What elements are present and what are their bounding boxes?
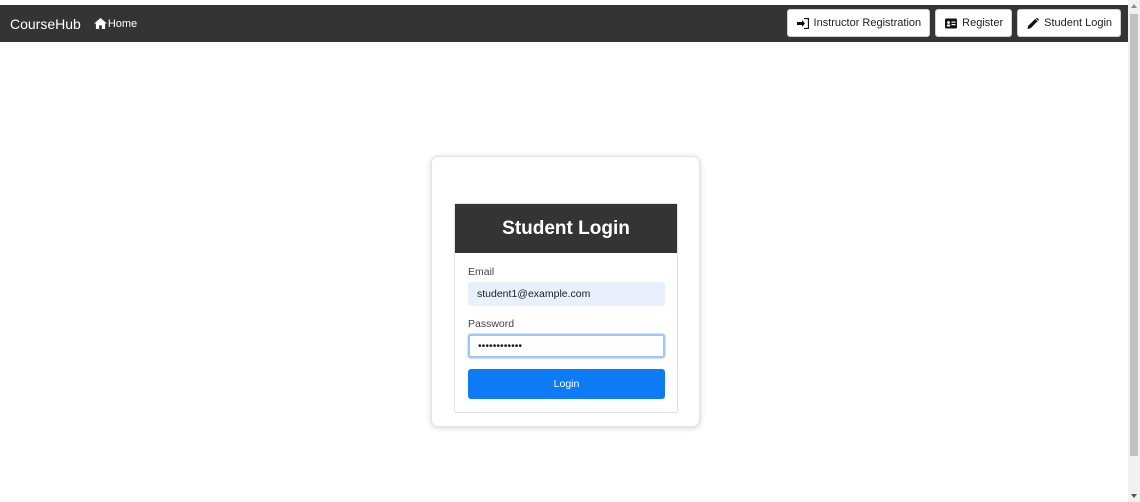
register-label: Register <box>962 17 1004 29</box>
student-login-nav-button[interactable]: Student Login <box>1017 9 1121 37</box>
home-icon <box>93 18 107 29</box>
instructor-registration-button[interactable]: Instructor Registration <box>786 9 931 37</box>
email-label: Email <box>468 266 495 278</box>
pencil-icon <box>1027 17 1040 29</box>
login-panel: Student Login Email student1@example.com… <box>454 203 678 413</box>
password-label: Password <box>468 318 515 330</box>
password-field[interactable]: •••••••••••• <box>468 334 665 358</box>
sign-in-icon <box>796 17 809 29</box>
home-link[interactable]: Home <box>93 17 138 30</box>
login-card: Student Login Email student1@example.com… <box>431 156 700 427</box>
brand-link[interactable]: CourseHub <box>10 16 81 32</box>
scroll-up-arrow-icon[interactable] <box>1131 4 1137 8</box>
scroll-thumb[interactable] <box>1130 14 1138 456</box>
student-login-nav-label: Student Login <box>1044 17 1112 29</box>
navbar: CourseHub Home Instructor Registration R… <box>0 5 1128 42</box>
email-field[interactable]: student1@example.com <box>468 282 665 306</box>
login-title: Student Login <box>455 204 677 253</box>
login-form: Email student1@example.com Password ••••… <box>455 253 677 399</box>
home-label: Home <box>107 17 138 30</box>
login-button[interactable]: Login <box>468 369 665 399</box>
scroll-down-arrow-icon[interactable] <box>1131 494 1137 498</box>
page-scrollbar[interactable] <box>1128 0 1140 502</box>
id-card-icon <box>945 18 958 28</box>
nav-actions: Instructor Registration Register Student… <box>786 9 1121 37</box>
register-button[interactable]: Register <box>935 9 1013 37</box>
instructor-registration-label: Instructor Registration <box>813 17 922 29</box>
